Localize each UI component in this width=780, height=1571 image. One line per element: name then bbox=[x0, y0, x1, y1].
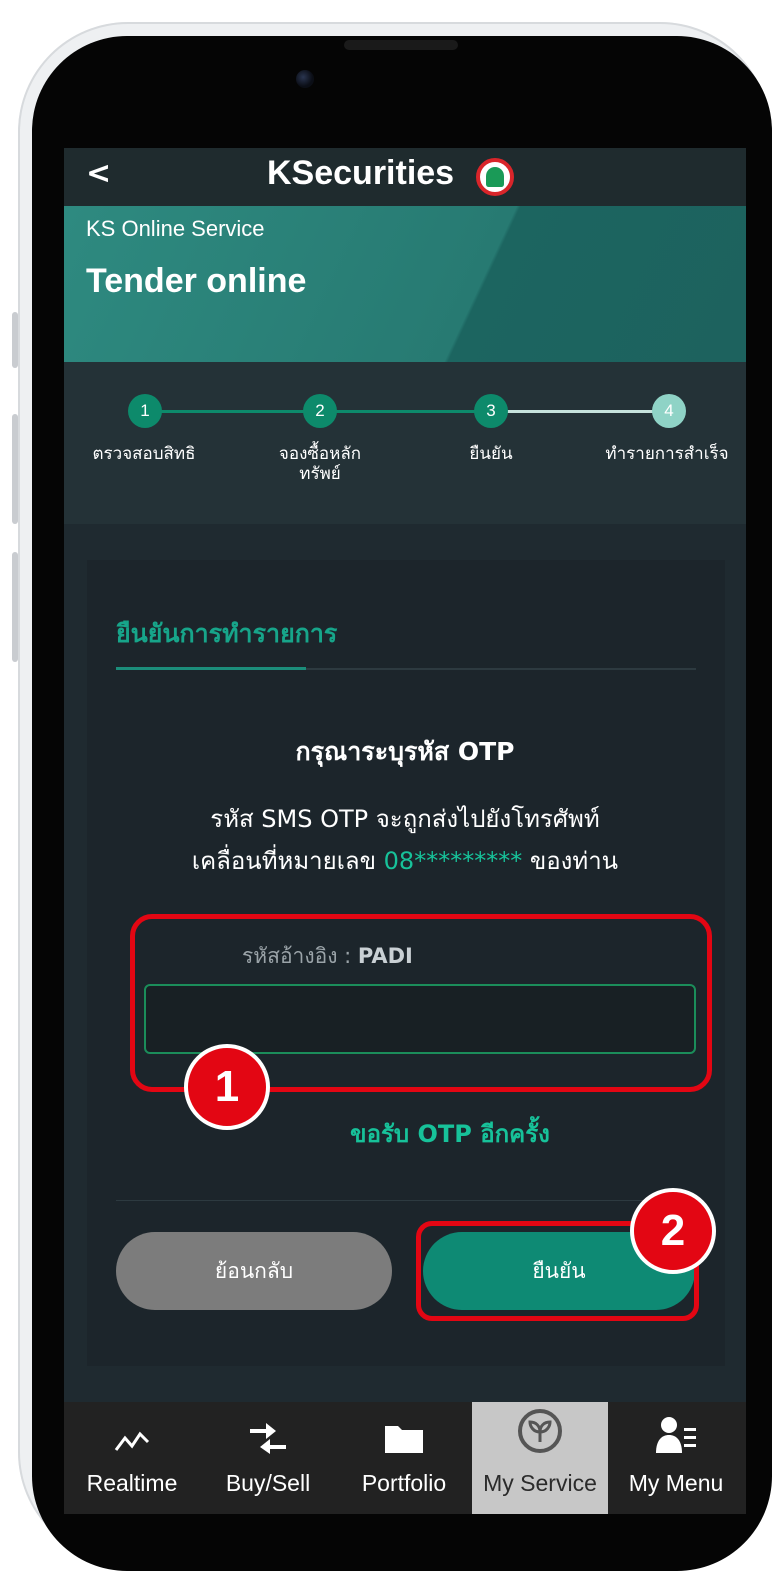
otp-description: รหัส SMS OTP จะถูกส่งไปยังโทรศัพท์ เคลื่… bbox=[64, 798, 746, 882]
brand-name: KSecurities bbox=[267, 154, 455, 192]
otp-desc-suffix: ของท่าน bbox=[529, 847, 619, 875]
step-2-circle: 2 bbox=[303, 394, 337, 428]
mute-switch bbox=[12, 312, 18, 368]
progress-steps bbox=[64, 362, 746, 524]
card-separator bbox=[116, 1200, 696, 1201]
step-2-label: จองซื้อหลัก ทรัพย์ bbox=[278, 444, 362, 484]
tab-label: Portfolio bbox=[361, 1470, 447, 1496]
resend-otp-link[interactable]: ขอรับ OTP อีกครั้ง bbox=[64, 1114, 746, 1153]
tab-portfolio[interactable]: Portfolio bbox=[336, 1402, 472, 1514]
card-title: ยืนยันการทำรายการ bbox=[116, 619, 338, 648]
tab-label: My Service bbox=[483, 1470, 597, 1496]
step-1-label: ตรวจสอบสิทธิ bbox=[92, 444, 196, 464]
page-title: Tender online bbox=[86, 262, 307, 300]
step-3-label: ยืนยัน bbox=[469, 444, 513, 464]
step-4-circle: 4 bbox=[652, 394, 686, 428]
banner-subtitle: KS Online Service bbox=[86, 216, 265, 241]
otp-desc-prefix: เคลื่อนที่หมายเลข bbox=[191, 847, 377, 875]
realtime-icon bbox=[114, 1402, 150, 1458]
card-divider-accent bbox=[116, 667, 306, 670]
masked-phone-number: 08********* bbox=[383, 847, 523, 875]
otp-desc-line1: รหัส SMS OTP จะถูกส่งไปยังโทรศัพท์ bbox=[210, 805, 600, 833]
step-3-circle: 3 bbox=[474, 394, 508, 428]
my-menu-icon bbox=[655, 1402, 697, 1458]
tab-my-service[interactable]: My Service bbox=[472, 1402, 608, 1514]
kbank-logo-icon bbox=[476, 158, 514, 196]
back-button[interactable]: ย้อนกลับ bbox=[116, 1232, 392, 1310]
step-badge-1: 1 bbox=[184, 1044, 270, 1130]
tab-realtime[interactable]: Realtime bbox=[64, 1402, 200, 1514]
back-icon[interactable]: < bbox=[86, 156, 111, 191]
top-bar: < KSecurities bbox=[64, 148, 746, 206]
volume-down-button bbox=[12, 552, 18, 662]
step-connector bbox=[144, 410, 320, 413]
tab-label: Realtime bbox=[86, 1470, 178, 1496]
otp-heading: กรุณาระบุรหัส OTP bbox=[295, 737, 515, 766]
speaker-grille bbox=[344, 40, 458, 50]
tab-buy-sell[interactable]: Buy/Sell bbox=[200, 1402, 336, 1514]
front-camera bbox=[296, 70, 314, 88]
bottom-tab-bar: Realtime Buy/Sell Portfolio My Service M… bbox=[64, 1402, 746, 1514]
otp-desc-line2: เคลื่อนที่หมายเลข 08********* ของท่าน bbox=[64, 840, 746, 882]
step-connector bbox=[494, 410, 670, 413]
volume-up-button bbox=[12, 414, 18, 524]
step-connector bbox=[320, 410, 494, 413]
my-service-icon bbox=[517, 1402, 563, 1458]
step-4-label: ทำรายการสำเร็จ bbox=[605, 444, 729, 464]
folder-icon bbox=[384, 1402, 424, 1458]
step-badge-2: 2 bbox=[630, 1188, 716, 1274]
tab-label: Buy/Sell bbox=[225, 1470, 311, 1496]
buy-sell-icon bbox=[248, 1402, 288, 1458]
tab-my-menu[interactable]: My Menu bbox=[608, 1402, 744, 1514]
tab-label: My Menu bbox=[628, 1470, 724, 1496]
step-1-circle: 1 bbox=[128, 394, 162, 428]
